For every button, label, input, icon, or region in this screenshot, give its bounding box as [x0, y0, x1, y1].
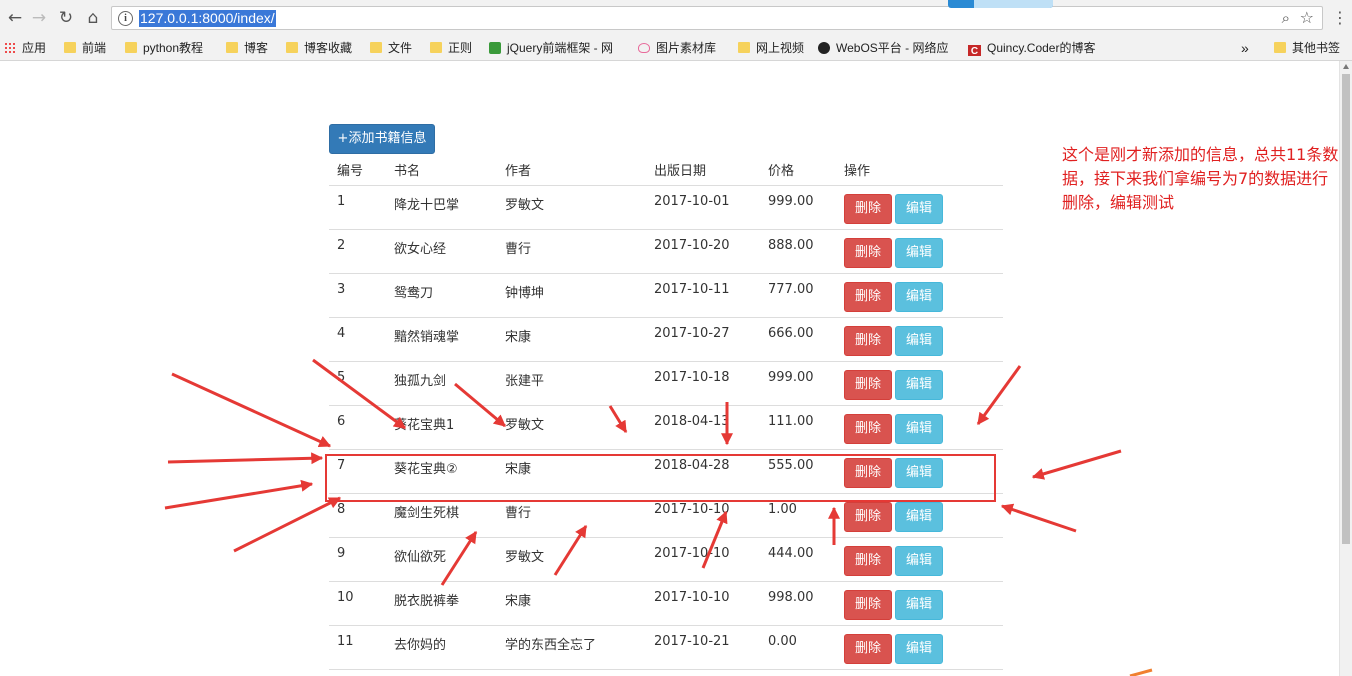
arrow-14: [553, 524, 588, 576]
arrow-15: [440, 530, 478, 586]
arrow-13: [701, 510, 728, 569]
arrow-6: [454, 382, 506, 428]
arrow-2: [167, 452, 324, 465]
arrow-7: [608, 405, 628, 434]
arrow-4: [233, 496, 342, 553]
arrow-3: [164, 479, 314, 510]
arrow-11: [1000, 503, 1077, 533]
arrow-16-partial: [1129, 668, 1153, 676]
arrow-9: [976, 365, 1022, 425]
arrow-1: [171, 372, 332, 448]
annotation-arrows: [164, 358, 1153, 676]
arrow-5: [312, 358, 406, 430]
arrow-10: [1031, 449, 1122, 480]
